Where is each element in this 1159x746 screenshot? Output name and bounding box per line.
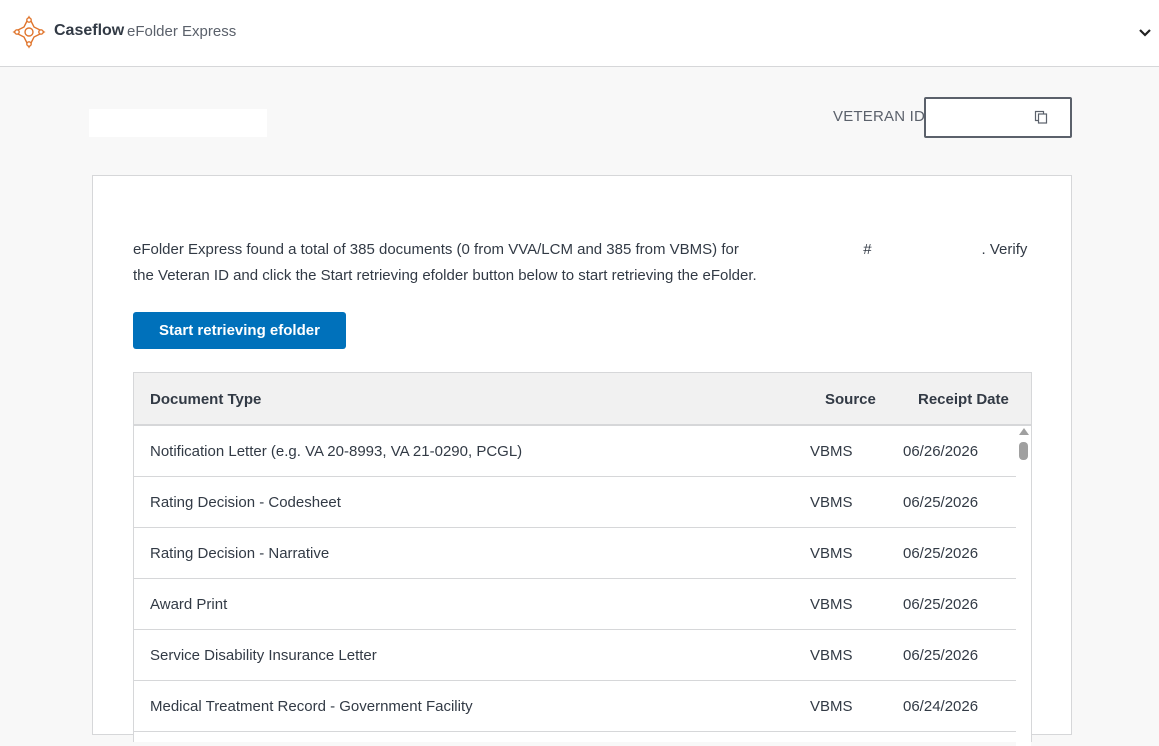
cell-source: VBMS [810,596,853,613]
results-card: eFolder Express found a total of 385 doc… [92,175,1072,746]
table-row[interactable]: Notification Letter (e.g. VA 20-8993, VA… [134,426,1016,477]
scroll-up-arrow-icon[interactable] [1019,428,1029,435]
cell-source: VBMS [810,545,853,562]
chevron-down-icon[interactable] [1138,27,1152,39]
app-product-name[interactable]: eFolder Express [127,23,236,40]
intro-text-part1: eFolder Express found a total of 385 doc… [133,241,739,258]
cell-document-type: Rating Decision - Codesheet [150,494,341,511]
table-row[interactable]: Rating Decision - Codesheet VBMS 06/25/2… [134,477,1016,528]
cell-receipt-date: 06/25/2026 [903,545,979,562]
cell-source: VBMS [810,647,853,664]
cell-receipt-date: 06/24/2026 [903,698,979,715]
header-source[interactable]: Source [825,391,876,408]
header-document-type[interactable]: Document Type [150,391,261,408]
table-scrollbar[interactable] [1016,426,1031,746]
header-receipt-date[interactable]: Receipt Date [918,391,1009,408]
cell-document-type: Rating Decision - Narrative [150,545,330,562]
cell-receipt-date: 06/25/2026 [903,596,979,613]
start-retrieving-button[interactable]: Start retrieving efolder [133,312,346,349]
caseflow-logo-icon [12,15,46,49]
cell-source: VBMS [810,698,853,715]
table-header: Document Type Source Receipt Date [134,373,1031,426]
veteran-id-label: VETERAN ID [833,108,926,125]
intro-text: eFolder Express found a total of 385 doc… [133,237,1033,289]
cell-source: VBMS [810,443,853,460]
cell-document-type: Award Print [150,596,228,613]
scroll-thumb[interactable] [1019,442,1028,460]
table-row[interactable]: Rating Decision - Narrative VBMS 06/25/2… [134,528,1016,579]
cell-document-type: Notification Letter (e.g. VA 20-8993, VA… [150,443,523,460]
app-brand[interactable]: Caseflow [54,22,124,40]
cell-document-type: Medical Treatment Record - Government Fa… [150,698,473,715]
cell-source: VBMS [810,494,853,511]
table-body: Notification Letter (e.g. VA 20-8993, VA… [134,426,1016,732]
veteran-name [89,109,267,137]
table-row[interactable]: Service Disability Insurance Letter VBMS… [134,630,1016,681]
top-navigation-bar: Caseflow eFolder Express [0,0,1159,67]
copy-icon[interactable] [1033,109,1049,125]
cell-receipt-date: 06/26/2026 [903,443,979,460]
table-row[interactable]: Award Print VBMS 06/25/2026 [134,579,1016,630]
cell-receipt-date: 06/25/2026 [903,494,979,511]
documents-table: Document Type Source Receipt Date Notifi… [133,372,1032,746]
veteran-id-field[interactable] [924,97,1072,138]
cell-document-type: Service Disability Insurance Letter [150,647,377,664]
table-row[interactable]: Medical Treatment Record - Government Fa… [134,681,1016,732]
cell-receipt-date: 06/25/2026 [903,647,979,664]
hash-symbol: # [863,241,872,258]
